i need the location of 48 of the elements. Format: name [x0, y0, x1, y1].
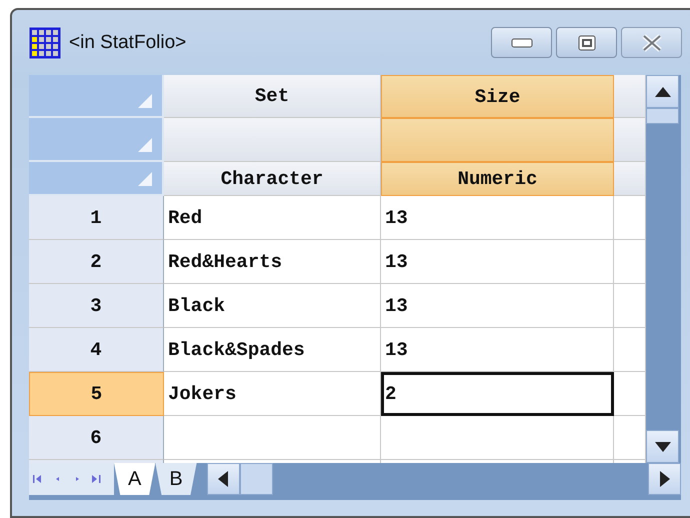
row-header[interactable]: 2 [29, 240, 164, 284]
corner-triangle-icon [138, 138, 152, 152]
column-header[interactable]: Set [164, 75, 381, 118]
row-header[interactable]: 4 [29, 328, 164, 372]
up-arrow-icon [654, 86, 670, 96]
scroll-up-button[interactable] [646, 75, 679, 108]
header-cell [614, 162, 646, 196]
row-header[interactable]: 6 [29, 416, 164, 460]
row-header[interactable]: 5 [29, 372, 164, 416]
close-icon [640, 34, 662, 52]
header-cell [614, 75, 646, 118]
table-cell[interactable]: 2 [381, 372, 614, 416]
table-cell[interactable]: 13 [381, 196, 614, 240]
down-arrow-icon [654, 442, 670, 452]
right-arrow-icon [660, 471, 670, 487]
table-cell[interactable]: 13 [381, 328, 614, 372]
table-cell[interactable]: Red [164, 196, 381, 240]
scroll-down-button[interactable] [646, 430, 679, 463]
maximize-icon [578, 34, 596, 50]
scroll-left-button[interactable] [206, 463, 240, 495]
table-cell[interactable]: Red&Hearts [164, 240, 381, 284]
minimize-icon [510, 38, 532, 48]
close-button[interactable] [621, 27, 682, 58]
sheet-tab[interactable]: A [114, 463, 156, 495]
corner-triangle-icon [138, 94, 152, 108]
table-cell[interactable]: Black&Spades [164, 328, 381, 372]
table-cell[interactable]: 13 [381, 284, 614, 328]
column-header[interactable]: Size [381, 75, 614, 118]
column-type: Numeric [381, 162, 614, 196]
sheet-tab[interactable]: B [155, 463, 197, 495]
scroll-thumb[interactable] [240, 463, 273, 495]
spreadsheet-icon [29, 26, 61, 58]
row-header[interactable]: 3 [29, 284, 164, 328]
row-header[interactable]: 1 [29, 196, 164, 240]
maximize-button[interactable] [556, 27, 617, 58]
table-cell[interactable]: Jokers [164, 372, 381, 416]
header-cell [614, 118, 646, 162]
table-cell[interactable]: 13 [381, 240, 614, 284]
table-cell[interactable] [164, 416, 381, 460]
table-cell[interactable] [381, 416, 614, 460]
minimize-button[interactable] [491, 27, 552, 58]
window-title: <in StatFolio> [69, 32, 186, 54]
left-arrow-icon [218, 471, 228, 487]
scroll-thumb[interactable] [646, 108, 679, 124]
scroll-right-button[interactable] [648, 463, 681, 495]
table-cell[interactable]: Black [164, 284, 381, 328]
column-type: Character [164, 162, 381, 196]
corner-triangle-icon [138, 172, 152, 186]
